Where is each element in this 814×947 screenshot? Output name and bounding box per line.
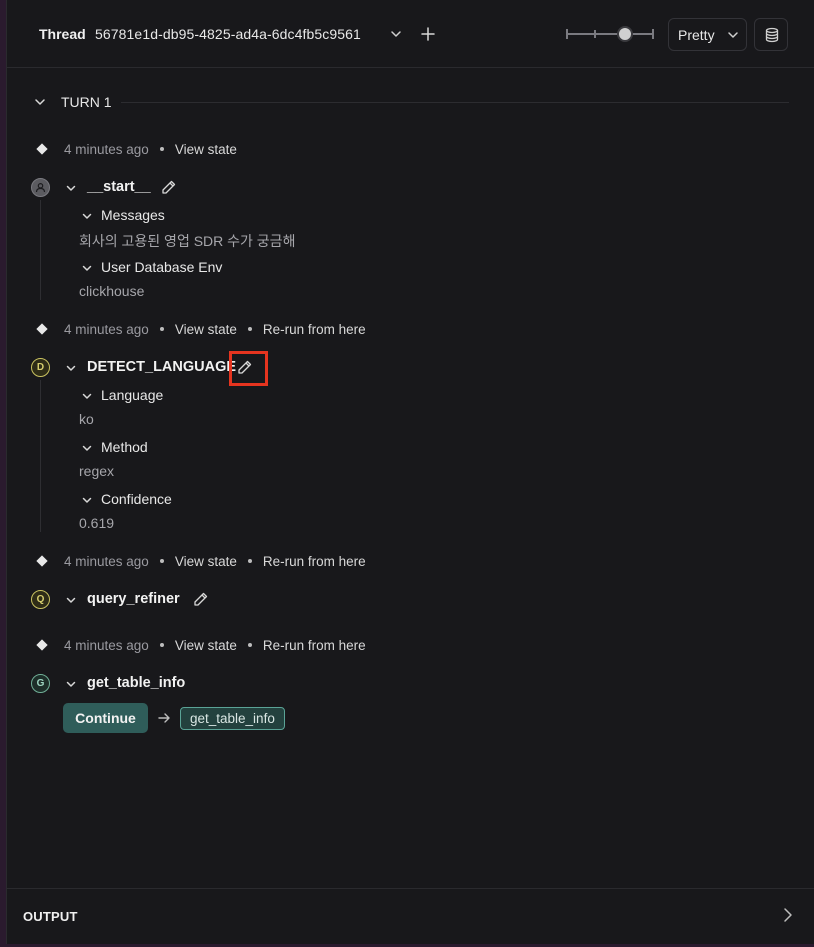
field-value: regex [79,463,115,479]
timestamp: 4 minutes ago [64,553,149,569]
checkpoint-diamond-icon [36,323,48,335]
timestamp: 4 minutes ago [64,141,149,157]
chevron-down-icon [66,597,76,603]
node-connector-line [40,200,41,300]
node-name: __start__ [87,179,151,195]
thread-id-selector[interactable]: 56781e1d-db95-4825-ad4a-6dc4fb5c9561 [95,26,361,42]
view-mode-value: Pretty [678,27,715,43]
chevron-down-icon [66,185,76,191]
view-state-link[interactable]: View state [175,638,237,653]
separator-dot [159,327,164,331]
view-mode-select[interactable]: Pretty [668,18,747,51]
view-state-link[interactable]: View state [175,322,237,337]
checkpoint-diamond-icon [36,143,48,155]
timestamp: 4 minutes ago [64,637,149,653]
chevron-down-icon [728,32,738,38]
output-label: OUTPUT [23,909,78,924]
field-name: Method [101,439,148,455]
view-state-link[interactable]: View state [175,142,237,157]
database-icon [765,27,779,43]
thread-header: Thread 56781e1d-db95-4825-ad4a-6dc4fb5c9… [7,0,814,68]
separator-dot [247,327,252,331]
field-value: 0.619 [79,515,115,531]
node-name: query_refiner [87,591,180,607]
turn-header[interactable]: TURN 1 [33,92,793,112]
thread-panel: Thread 56781e1d-db95-4825-ad4a-6dc4fb5c9… [6,0,814,944]
chevron-down-icon [82,497,92,503]
separator-dot [159,643,164,647]
node-name: DETECT_LANGUAGE [87,359,237,375]
node-start[interactable]: __start__ [31,178,231,198]
field-messages[interactable]: Messages [81,207,281,225]
node-avatar: G [31,674,50,693]
field-name: Confidence [101,491,172,507]
output-panel[interactable]: OUTPUT [7,888,814,942]
new-thread-plus-icon[interactable] [420,26,436,42]
next-node-tag: get_table_info [180,707,285,730]
rerun-from-here-link[interactable]: Re-run from here [263,554,366,569]
chevron-down-icon [35,99,45,105]
node-avatar: D [31,358,50,377]
divider [121,102,789,103]
zoom-slider[interactable] [565,22,655,46]
field-value: ko [79,411,94,427]
field-value: 회사의 고용된 영업 SDR 수가 궁금해 [79,233,296,249]
checkpoint-row: 4 minutes ago View state Re-run from her… [35,320,366,338]
field-language[interactable]: Language [81,387,281,405]
chevron-down-icon [82,265,92,271]
chevron-down-icon [82,393,92,399]
separator-dot [247,559,252,563]
node-query-refiner[interactable]: Q query_refiner [31,590,231,610]
checkpoint-row: 4 minutes ago View state Re-run from her… [35,552,366,570]
user-avatar [31,178,50,197]
field-value: clickhouse [79,283,145,299]
user-icon [35,182,46,193]
chevron-right-icon[interactable] [781,907,795,923]
node-name: get_table_info [87,675,186,691]
separator-dot [159,559,164,563]
separator-dot [247,643,252,647]
view-state-link[interactable]: View state [175,554,237,569]
checkpoint-diamond-icon [36,555,48,567]
field-name: User Database Env [101,259,223,275]
edit-pencil-icon[interactable] [193,591,209,607]
chevron-down-icon[interactable] [389,27,403,41]
chevron-down-icon [82,445,92,451]
checkpoint-row: 4 minutes ago View state Re-run from her… [35,636,366,654]
checkpoint-diamond-icon [36,639,48,651]
highlight-box [229,351,268,386]
node-connector-line [40,380,41,532]
node-get-table-info[interactable]: G get_table_info [31,674,231,694]
continue-button[interactable]: Continue [63,703,148,733]
rerun-from-here-link[interactable]: Re-run from here [263,638,366,653]
checkpoint-row: 4 minutes ago View state [35,140,237,158]
chevron-down-icon [82,213,92,219]
field-user-database-env[interactable]: User Database Env [81,259,281,277]
chevron-down-icon [66,365,76,371]
edit-pencil-icon[interactable] [161,179,177,195]
rerun-from-here-link[interactable]: Re-run from here [263,322,366,337]
timestamp: 4 minutes ago [64,321,149,337]
field-name: Messages [101,207,165,223]
node-avatar: Q [31,590,50,609]
thread-label: Thread [39,26,86,42]
field-method[interactable]: Method [81,439,281,457]
separator-dot [159,147,164,151]
database-button[interactable] [754,18,788,51]
chevron-down-icon [66,681,76,687]
field-confidence[interactable]: Confidence [81,491,281,509]
turn-title: TURN 1 [61,94,112,110]
field-name: Language [101,387,164,403]
arrow-right-icon [158,713,170,723]
